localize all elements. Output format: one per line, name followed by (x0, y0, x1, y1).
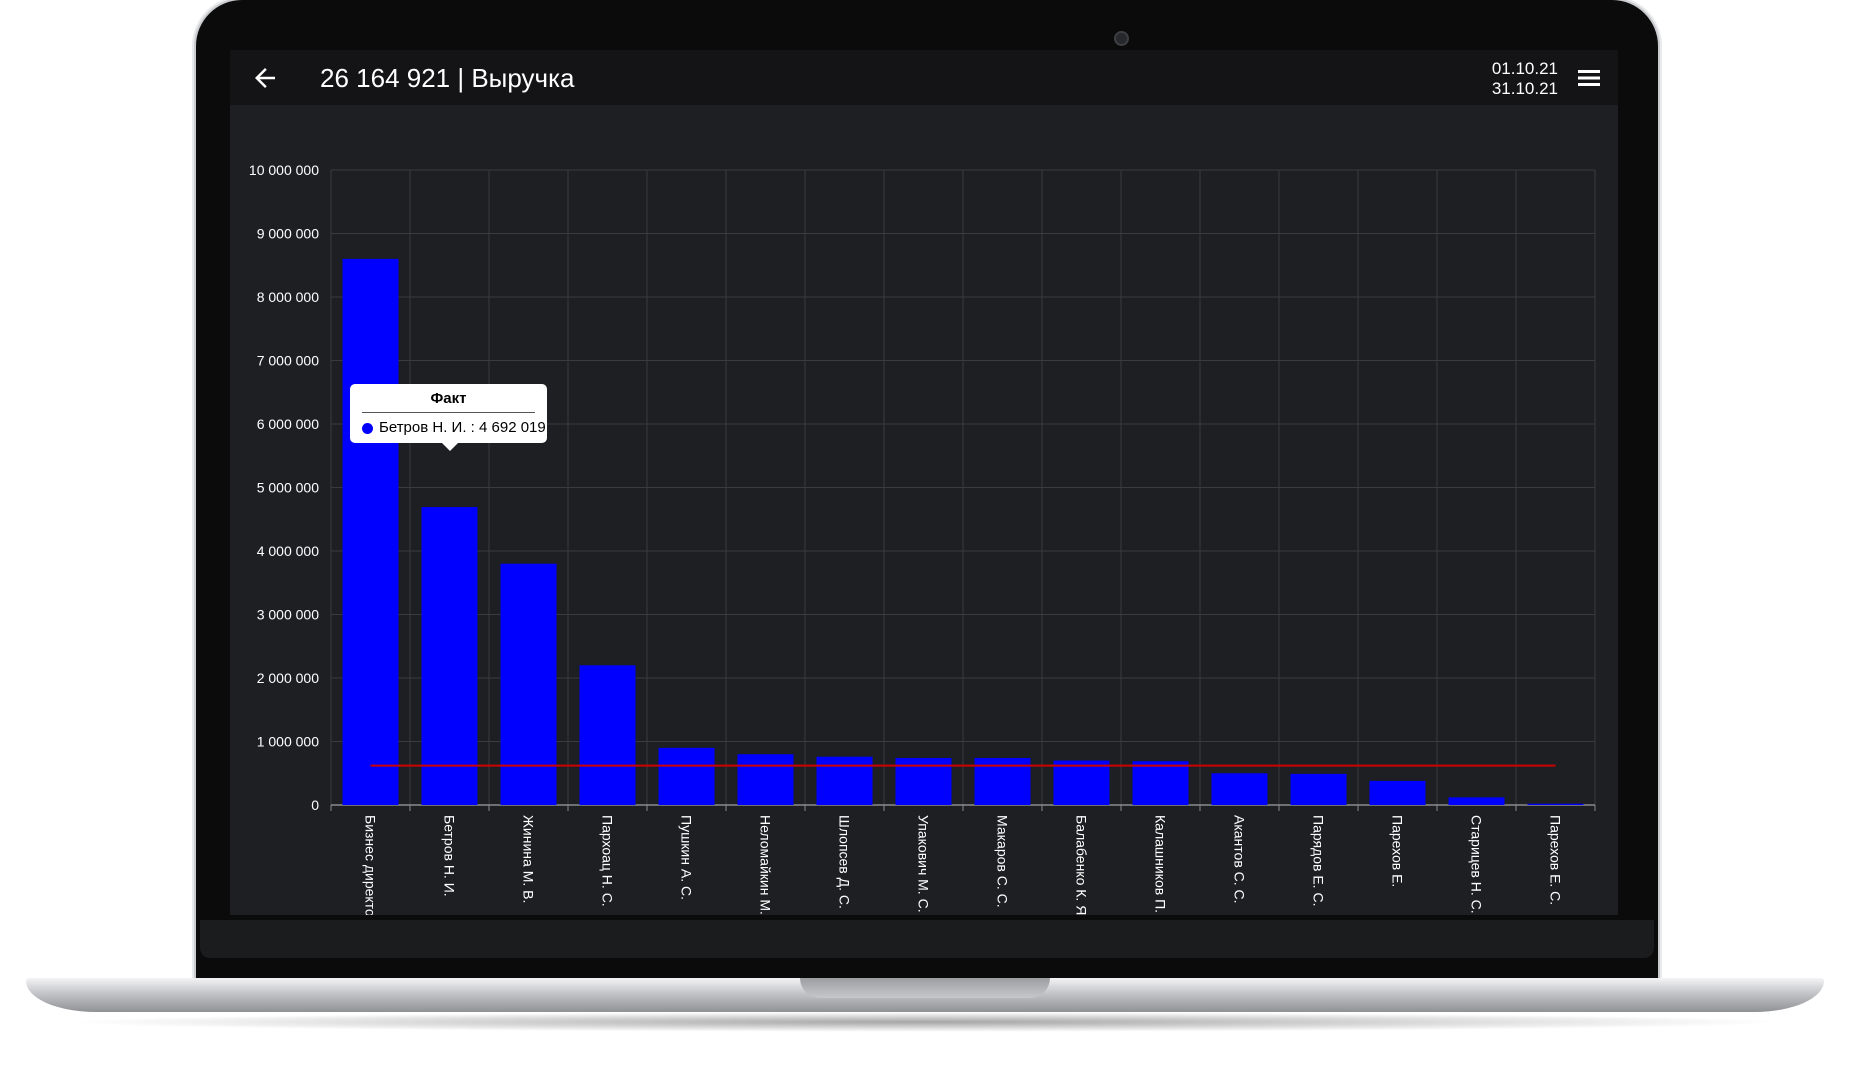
x-tick-label: Макаров С. С. (995, 815, 1011, 908)
hamburger-menu-icon[interactable] (1576, 66, 1602, 90)
date-to: 31.10.21 (1491, 79, 1558, 98)
tooltip-text: Бетров Н. И. : 4 692 019 (379, 419, 546, 436)
bar (1290, 773, 1347, 805)
bar (816, 756, 873, 805)
bar (1527, 803, 1584, 805)
camera-icon (1114, 31, 1129, 46)
bar (658, 747, 715, 805)
y-tick-label: 7 000 000 (257, 353, 319, 369)
bar (500, 563, 557, 805)
x-tick-label: Акантов С. С. (1232, 815, 1248, 904)
y-tick-label: 5 000 000 (257, 480, 319, 496)
x-tick-label: Старицев Н. С. (1469, 815, 1485, 914)
x-tick-label: Неломайкин М. С. (758, 815, 774, 915)
revenue-bar-chart: 0 1 000 000 2 000 000 3 000 000 4 000 000 5 0… (249, 162, 1596, 915)
bar (342, 258, 399, 805)
laptop-bezel (200, 920, 1654, 958)
x-tick-label: Жинина М. В. (521, 815, 537, 903)
app-bar: 26 164 921 | Выручка 01.10.21 31.10.21 (230, 50, 1618, 105)
date-from: 01.10.21 (1491, 59, 1558, 78)
y-tick-label: 1 000 000 (257, 734, 319, 750)
y-tick-label: 0 (311, 797, 319, 813)
y-tick-label: 6 000 000 (257, 416, 319, 432)
bar (1448, 797, 1505, 805)
laptop-notch (800, 978, 1050, 998)
bar (1369, 780, 1426, 805)
page-title: 26 164 921 | Выручка (320, 63, 575, 93)
x-tick-label: Калашников П. С. (1153, 815, 1169, 915)
x-tick-label: Пушкин А. С. (679, 815, 695, 900)
x-tick-label: Бизнес директор Б. (363, 815, 379, 915)
x-tick-label: Парядов Е. С. (1311, 815, 1327, 906)
y-tick-label: 4 000 000 (257, 543, 319, 559)
tooltip-title: Факт (362, 390, 535, 413)
tooltip-series-dot (362, 423, 373, 434)
app-screen: 26 164 921 | Выручка 01.10.21 31.10.21 0… (230, 50, 1618, 915)
y-tick-label: 2 000 000 (257, 670, 319, 686)
bar (579, 665, 636, 805)
arrow-left-icon[interactable] (250, 63, 280, 93)
date-range[interactable]: 01.10.21 31.10.21 (1492, 59, 1558, 99)
bar (1132, 761, 1189, 805)
x-tick-label: Пархоац Н. С. (600, 815, 616, 907)
bar (1053, 760, 1110, 805)
y-tick-label: 3 000 000 (257, 607, 319, 623)
laptop-shadow (60, 1012, 1790, 1032)
bar (1211, 773, 1268, 805)
x-tick-label: Шлопсев Д. С. (837, 815, 853, 909)
y-tick-label: 9 000 000 (257, 226, 319, 242)
x-tick-label: Бетров Н. И. (442, 815, 458, 897)
x-tick-label: Парехов Е. С. (1548, 815, 1564, 905)
y-tick-label: 10 000 000 (249, 162, 319, 178)
x-tick-label: Парехов Е. (1390, 815, 1406, 887)
y-tick-label: 8 000 000 (257, 289, 319, 305)
bar (421, 507, 478, 805)
bar (737, 754, 794, 805)
x-tick-label: Упакович М. С. (916, 815, 932, 913)
x-tick-label: Балабенко К. Я. (1074, 815, 1090, 915)
chart-tooltip: Факт Бетров Н. И. : 4 692 019 (350, 384, 547, 451)
